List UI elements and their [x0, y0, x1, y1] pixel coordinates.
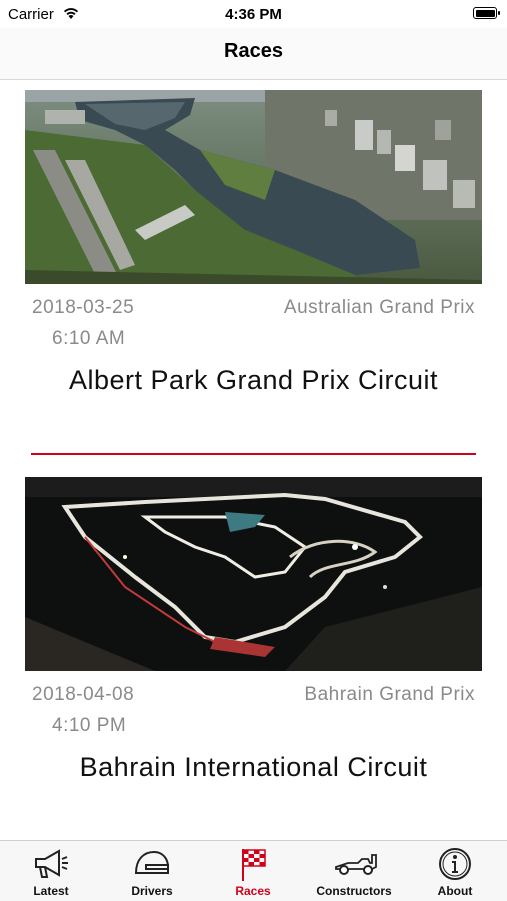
battery-icon — [473, 7, 500, 19]
circuit-name: Albert Park Grand Prix Circuit — [68, 365, 439, 395]
tab-about[interactable]: About — [405, 841, 505, 901]
tab-bar: Latest Drivers Races Constructors About — [0, 840, 507, 901]
tab-label: Races — [235, 884, 271, 898]
tab-label: Constructors — [316, 884, 392, 898]
tab-label: Latest — [33, 884, 69, 898]
tab-label: Drivers — [131, 884, 173, 898]
race-name: Bahrain Grand Prix — [304, 684, 475, 705]
status-time: 4:36 PM — [225, 6, 282, 23]
circuit-photo-albert-park — [25, 90, 482, 284]
circuit-name: Bahrain International Circuit — [79, 752, 428, 782]
tab-drivers[interactable]: Drivers — [102, 841, 202, 901]
info-icon — [439, 848, 471, 880]
tab-races[interactable]: Races — [203, 841, 303, 901]
megaphone-icon — [35, 849, 68, 878]
race-time: 4:10 PM — [52, 715, 127, 736]
race-date: 2018-04-08 — [32, 684, 135, 705]
tab-constructors[interactable]: Constructors — [304, 841, 404, 901]
page-title: Races — [224, 40, 283, 62]
race-car-icon — [335, 854, 377, 875]
races-list[interactable]: 2018-03-25 Australian Grand Prix 6:10 AM… — [0, 80, 507, 840]
race-separator — [31, 453, 476, 455]
checkered-flag-icon — [242, 849, 266, 881]
helmet-icon — [134, 850, 169, 874]
navigation-bar: Races — [0, 28, 507, 80]
tab-label: About — [437, 884, 473, 898]
race-name: Australian Grand Prix — [283, 297, 475, 318]
tab-latest[interactable]: Latest — [1, 841, 101, 901]
race-date: 2018-03-25 — [32, 297, 135, 318]
status-bar: Carrier 4:36 PM — [0, 0, 507, 28]
race-time: 6:10 AM — [52, 328, 126, 349]
circuit-photo-bahrain — [25, 477, 482, 671]
